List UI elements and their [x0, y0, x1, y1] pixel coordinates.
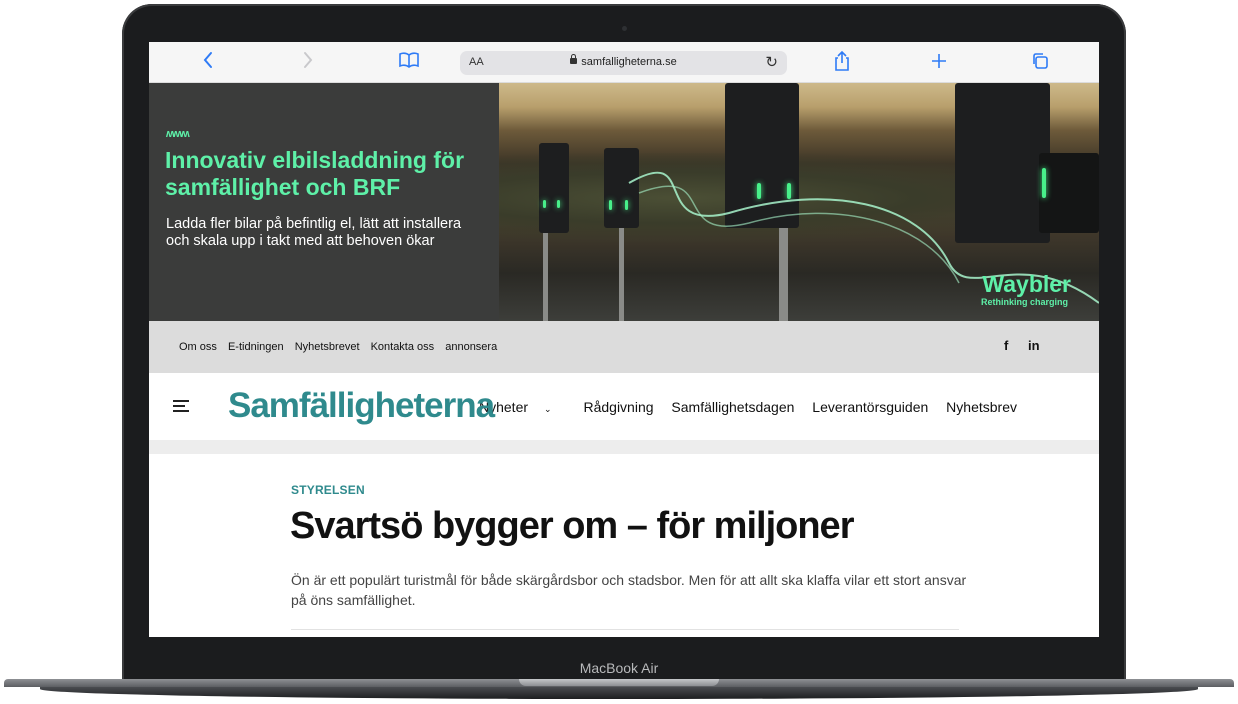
address-bar[interactable]: AA samfalligheterna.se ↻: [460, 51, 787, 75]
ad-tagline: Rethinking charging: [980, 297, 1068, 307]
camera-icon: [622, 26, 627, 31]
nav-divider: [149, 440, 1099, 454]
forward-icon[interactable]: [299, 50, 317, 74]
article-lead: Ön är ett populärt turistmål för både sk…: [291, 572, 967, 608]
top-links-bar: Om oss E-tidningen Nyhetsbrevet Kontakta…: [149, 321, 1099, 373]
article-headline[interactable]: Svartsö bygger om – för miljoner: [290, 505, 854, 548]
hamburger-menu-icon[interactable]: [173, 400, 189, 412]
share-icon[interactable]: [832, 50, 852, 74]
screen: AA samfalligheterna.se ↻ ʍʍʍ Innovativ e…: [149, 42, 1099, 637]
main-nav: Nyheter ⌄ Rådgivning Samfällighetsdagen L…: [149, 373, 1099, 440]
site-logo[interactable]: Samfälligheterna: [228, 386, 495, 426]
facebook-icon[interactable]: f: [1004, 338, 1008, 353]
device-label: MacBook Air: [579, 660, 659, 676]
top-links: Om oss E-tidningen Nyhetsbrevet Kontakta…: [179, 341, 505, 353]
linkedin-icon[interactable]: in: [1028, 338, 1040, 353]
link-om-oss[interactable]: Om oss: [179, 341, 217, 353]
new-tab-icon[interactable]: [929, 50, 949, 74]
nav-item-nyhetsbrev[interactable]: Nyhetsbrev: [946, 399, 1017, 415]
tabs-icon[interactable]: [1030, 50, 1050, 74]
url-text: samfalligheterna.se: [581, 56, 677, 68]
lock-icon: [570, 54, 578, 64]
link-e-tidningen[interactable]: E-tidningen: [228, 341, 284, 353]
nav-item-leverantorsguiden[interactable]: Leverantörsguiden: [812, 399, 928, 415]
link-kontakta-oss[interactable]: Kontakta oss: [371, 341, 435, 353]
reload-icon[interactable]: ↻: [765, 53, 778, 71]
ad-brand: Waybler: [982, 271, 1071, 297]
nav-item-radgivning[interactable]: Rådgivning: [583, 399, 653, 415]
ad-banner[interactable]: ʍʍʍ Innovativ elbilsladdning för samfäll…: [149, 83, 1099, 321]
link-annonsera[interactable]: annonsera: [445, 341, 497, 353]
article-category[interactable]: STYRELSEN: [291, 483, 365, 497]
laptop-base: [0, 679, 1238, 704]
chevron-down-icon: ⌄: [544, 404, 552, 414]
link-nyhetsbrevet[interactable]: Nyhetsbrevet: [295, 341, 360, 353]
ad-text-panel: [149, 83, 499, 321]
back-icon[interactable]: [199, 50, 217, 74]
ad-logo: ʍʍʍ: [166, 128, 190, 140]
article-divider: [291, 629, 959, 630]
ad-subtitle: Ladda fler bilar på befintlig el, lätt a…: [166, 216, 462, 249]
browser-toolbar: AA samfalligheterna.se ↻: [149, 42, 1099, 83]
nav-menu: Nyheter ⌄ Rådgivning Samfällighetsdagen L…: [479, 399, 1031, 415]
bookmarks-icon[interactable]: [398, 50, 420, 74]
ad-title: Innovativ elbilsladdning för samfällighe…: [165, 147, 465, 200]
url-field[interactable]: samfalligheterna.se: [460, 54, 787, 68]
nav-item-samfallighetsdagen[interactable]: Samfällighetsdagen: [671, 399, 794, 415]
